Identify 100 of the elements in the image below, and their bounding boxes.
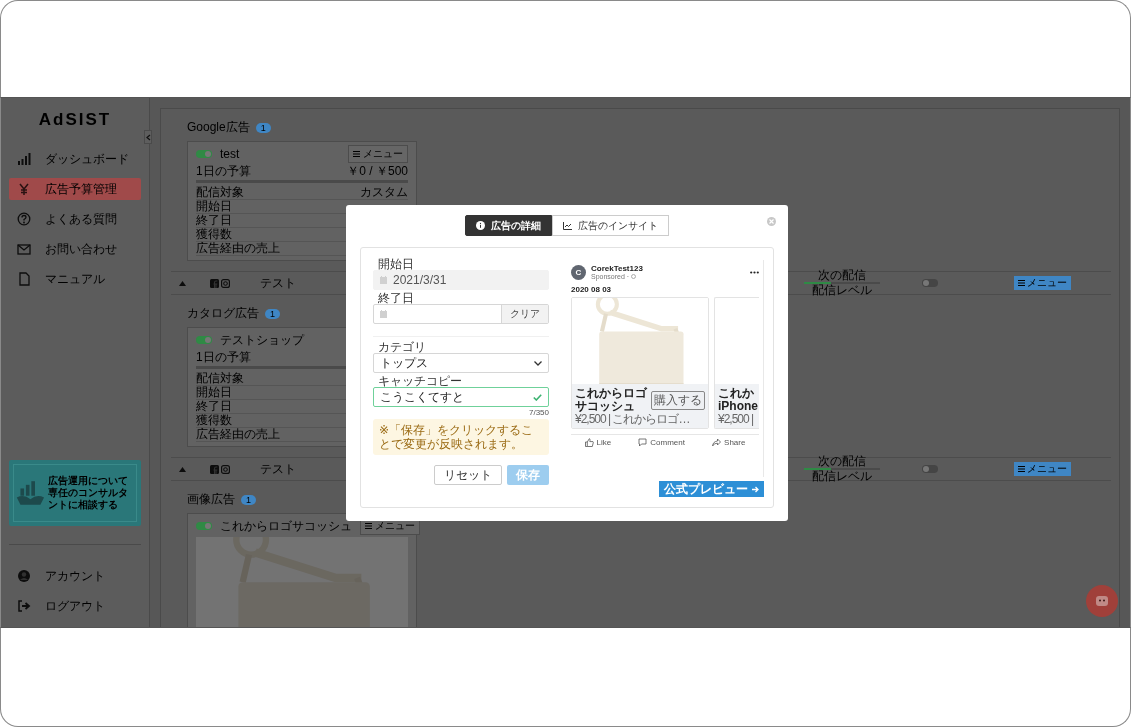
tab[interactable]: 広告の詳細 <box>465 215 552 236</box>
count-badge: 1 <box>241 494 256 505</box>
help-icon <box>17 212 31 226</box>
row-label: 配信対象 <box>196 372 244 385</box>
facebook-icon <box>210 464 219 474</box>
close-button[interactable] <box>767 217 776 226</box>
page-name: CorekTest123 <box>591 264 644 273</box>
ad-name: test <box>220 147 240 161</box>
field-label: 終了日 <box>377 292 415 304</box>
menu-icon <box>353 151 360 157</box>
nav-item[interactable]: よくある質問 <box>9 208 141 230</box>
delivery-status: 次の配信 <box>818 270 866 281</box>
budget-label: 1日の予算 <box>196 351 251 364</box>
close-icon <box>769 219 774 224</box>
product-title: これからロゴサコッシュ <box>575 387 648 413</box>
field-label: 開始日 <box>377 258 415 270</box>
instagram-icon <box>221 464 230 474</box>
menu-icon <box>365 523 372 529</box>
toggle-switch[interactable] <box>922 279 938 287</box>
menu-icon <box>1018 466 1025 472</box>
ad-name: これからロゴサコッシュ <box>220 517 352 535</box>
reset-button[interactable]: リセット <box>434 465 502 485</box>
menu-button[interactable]: メニュー <box>1014 276 1071 290</box>
post-text: 2020 08 03 <box>571 285 613 294</box>
avatar: C <box>571 264 586 280</box>
consultant-banner[interactable]: 広告運用について専任のコンサルタントに相談する <box>9 460 141 526</box>
section-title: カタログ広告 <box>187 305 259 322</box>
level-label: 配信レベル <box>812 285 872 296</box>
share-arrow-icon <box>712 438 722 447</box>
budget-value: ￥0 / ￥500 <box>347 165 408 178</box>
row-label: 配信対象 <box>196 186 244 199</box>
user-icon <box>17 569 31 583</box>
official-preview-button[interactable]: 公式プレビュー <box>659 481 764 497</box>
calendar-icon <box>380 276 387 284</box>
chevron-down-icon <box>534 360 542 366</box>
calendar-icon <box>380 310 387 318</box>
arrow-right-icon <box>752 485 759 493</box>
row-label: 獲得数 <box>196 414 232 427</box>
row-label: 開始日 <box>196 386 232 399</box>
notice-message: ※「保存」をクリックすることで変更が反映されます。 <box>373 419 549 455</box>
level-label: 配信レベル <box>812 471 872 482</box>
nav-item[interactable]: マニュアル <box>9 268 141 290</box>
mail-icon <box>17 242 31 256</box>
chat-bot-icon <box>1095 595 1109 607</box>
speech-bubble-icon <box>638 438 648 447</box>
toggle-switch[interactable] <box>196 522 212 530</box>
comment-button[interactable]: Comment <box>638 438 685 447</box>
more-icon[interactable] <box>750 270 759 274</box>
menu-button[interactable]: メニュー <box>1014 462 1071 476</box>
product-price: ¥2,500 | <box>718 413 755 425</box>
campaign-name: テスト <box>260 460 296 478</box>
document-icon <box>17 272 31 286</box>
product-price: ¥2,500 | これからロゴ… <box>575 413 691 425</box>
account-menu-item[interactable]: アカウント <box>9 565 141 587</box>
row-label: 獲得数 <box>196 228 232 241</box>
product-title: iPhone <box>718 400 758 413</box>
nav-item[interactable]: お問い合わせ <box>9 238 141 260</box>
row-value: カスタム <box>360 186 408 199</box>
category-select[interactable]: トップス <box>373 353 549 373</box>
clear-button[interactable]: クリア <box>501 305 548 323</box>
facebook-icon <box>210 278 219 288</box>
toggle-switch[interactable] <box>196 336 212 344</box>
share-button[interactable]: Share <box>712 438 746 447</box>
toggle-switch[interactable] <box>196 150 212 158</box>
row-label: 開始日 <box>196 200 232 213</box>
row-label: 広告経由の売上 <box>196 428 280 441</box>
count-badge: 1 <box>255 122 271 133</box>
menu-icon <box>1018 280 1025 286</box>
info-icon <box>476 221 485 230</box>
check-icon <box>533 393 542 401</box>
tab[interactable]: 広告のインサイト <box>552 215 669 236</box>
row-label: 終了日 <box>196 214 232 227</box>
toggle-switch[interactable] <box>922 465 938 473</box>
row-label: 広告経由の売上 <box>196 242 280 255</box>
menu-button[interactable]: メニュー <box>348 145 408 163</box>
campaign-name: テスト <box>260 274 296 292</box>
logo: AdSIST <box>38 110 112 130</box>
product-title: これか <box>718 387 755 400</box>
logout-icon <box>17 599 31 613</box>
section-title: Google広告 <box>187 119 250 136</box>
nav-item[interactable]: ダッシュボード <box>9 148 141 170</box>
caret-icon[interactable] <box>179 280 186 286</box>
field-label: キャッチコピー <box>377 375 463 387</box>
instagram-icon <box>221 278 230 288</box>
input-field[interactable]: こうこくてすと <box>373 387 549 407</box>
yen-icon <box>17 182 31 196</box>
line-chart-icon <box>563 221 572 230</box>
collapse-button[interactable] <box>144 130 152 144</box>
character-counter: 7/350 <box>528 408 549 417</box>
account-menu-item[interactable]: ログアウト <box>9 595 141 617</box>
count-badge: 1 <box>265 308 280 319</box>
nav-item[interactable]: 広告予算管理 <box>9 178 141 200</box>
date-field[interactable]: クリア <box>373 304 549 324</box>
thumbs-up-icon <box>584 438 594 447</box>
globe-icon <box>631 274 637 279</box>
like-button[interactable]: Like <box>584 438 612 447</box>
caret-icon[interactable] <box>179 466 186 472</box>
buy-button[interactable]: 購入する <box>651 390 705 410</box>
budget-label: 1日の予算 <box>196 165 251 178</box>
banner-text: 広告運用について専任のコンサルタントに相談する <box>47 475 129 511</box>
